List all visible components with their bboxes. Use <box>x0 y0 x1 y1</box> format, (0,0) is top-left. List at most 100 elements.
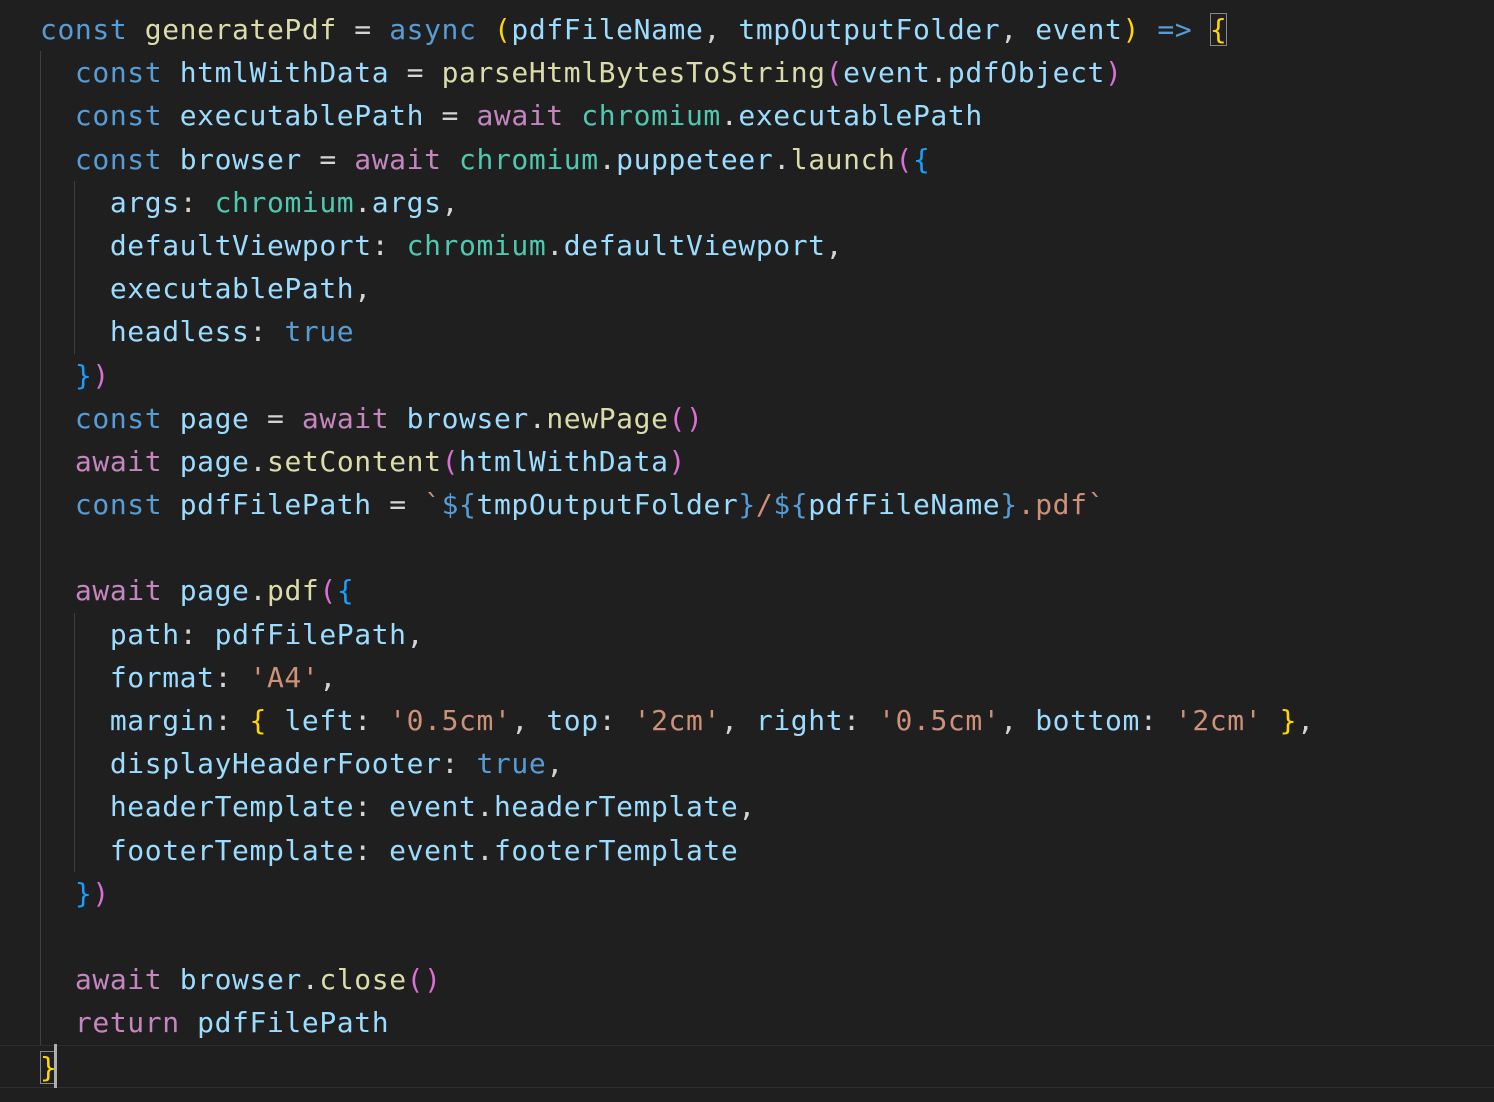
code-token: const <box>74 99 163 133</box>
code-token: : <box>441 747 477 781</box>
code-line[interactable]: defaultViewport: chromium.defaultViewpor… <box>0 223 1494 268</box>
code-token: tmpOutputFolder <box>476 488 739 522</box>
code-token: close <box>319 963 407 997</box>
code-token: = <box>424 99 477 133</box>
code-token: ) <box>668 444 687 478</box>
code-line[interactable]: return pdfFilePath <box>0 1001 1494 1045</box>
code-token: browser <box>406 401 529 435</box>
code-line[interactable]: footerTemplate: event.footerTemplate <box>0 828 1494 872</box>
indent-guide <box>40 1001 41 1045</box>
code-token: pdfFileName <box>808 488 1001 522</box>
code-token: const <box>74 56 163 90</box>
code-token: event <box>389 790 477 824</box>
code-token: return <box>74 1006 180 1040</box>
code-token: . <box>354 185 372 219</box>
code-line[interactable]: headerTemplate: event.headerTemplate, <box>0 785 1494 829</box>
code-line[interactable]: const executablePath = await chromium.ex… <box>0 94 1494 138</box>
code-token: await <box>476 99 564 133</box>
code-line[interactable]: }) <box>0 871 1494 915</box>
code-token: tmpOutputFolder <box>738 13 1001 46</box>
code-token: page <box>179 401 250 435</box>
code-lines[interactable]: const generatePdf = async (pdfFileName, … <box>0 8 1494 1088</box>
code-line[interactable] <box>0 526 1494 570</box>
code-token: '2cm' <box>1174 704 1263 737</box>
code-token: executablePath <box>109 272 355 306</box>
code-token: = <box>336 13 390 46</box>
code-line[interactable]: executablePath, <box>0 267 1494 311</box>
code-token: '0.5cm' <box>878 704 1001 737</box>
code-token: , <box>406 617 425 651</box>
code-token: . <box>528 401 547 435</box>
indent-guide <box>40 353 41 397</box>
code-token: pdf <box>267 574 320 608</box>
code-token: = <box>389 56 442 90</box>
code-token: . <box>249 444 267 478</box>
code-line[interactable]: path: pdfFilePath, <box>0 612 1494 656</box>
code-token: event <box>1035 13 1123 46</box>
text-cursor <box>54 1044 57 1088</box>
indent-guide <box>40 699 41 743</box>
code-line[interactable]: displayHeaderFooter: true, <box>0 742 1494 786</box>
code-line[interactable]: const generatePdf = async (pdfFileName, … <box>0 8 1494 51</box>
indent-guide <box>74 655 75 699</box>
indent-guide <box>40 267 41 311</box>
code-line[interactable]: const htmlWithData = parseHtmlBytesToStr… <box>0 51 1494 95</box>
code-line[interactable]: format: 'A4', <box>0 655 1494 699</box>
code-token: await <box>354 142 442 176</box>
code-token: top <box>546 704 599 737</box>
code-line[interactable]: }) <box>0 353 1494 397</box>
code-token: / <box>755 488 774 522</box>
code-line[interactable]: const pdfFilePath = `${tmpOutputFolder}/… <box>0 483 1494 527</box>
code-token: '0.5cm' <box>389 704 512 737</box>
code-line[interactable]: const page = await browser.newPage() <box>0 396 1494 440</box>
code-token: args <box>109 185 180 219</box>
code-token: = <box>249 401 302 435</box>
code-token: margin <box>109 704 215 737</box>
code-line[interactable]: margin: { left: '0.5cm', top: '2cm', rig… <box>0 699 1494 743</box>
code-line[interactable]: } <box>0 1044 1494 1088</box>
code-line[interactable] <box>0 914 1494 959</box>
code-token: setContent <box>267 444 442 478</box>
code-editor[interactable]: const generatePdf = async (pdfFileName, … <box>0 0 1494 1102</box>
code-token: ` <box>424 488 442 522</box>
code-token: } <box>74 358 93 392</box>
code-token: headerTemplate <box>493 790 739 824</box>
code-token: ) <box>1105 56 1123 90</box>
code-token: ) <box>92 358 110 392</box>
code-token: : <box>1139 704 1175 737</box>
code-token: : <box>179 185 215 219</box>
code-token: ) <box>1122 13 1140 46</box>
code-line[interactable]: await browser.close() <box>0 958 1494 1002</box>
code-line[interactable]: headless: true <box>0 310 1494 354</box>
code-line[interactable]: const browser = await chromium.puppeteer… <box>0 137 1494 181</box>
code-token: , <box>354 272 372 306</box>
indent-guide <box>40 655 41 699</box>
code-line[interactable]: await page.pdf({ <box>0 569 1494 613</box>
code-token: headerTemplate <box>109 790 355 824</box>
code-token: pdfFilePath <box>179 488 372 522</box>
code-token: .pdf` <box>1017 488 1106 522</box>
indent-guide <box>74 223 75 268</box>
code-token: newPage <box>546 401 669 435</box>
indent-guide <box>40 612 41 656</box>
code-token: const <box>74 401 163 435</box>
code-line[interactable]: args: chromium.args, <box>0 180 1494 224</box>
indent-guide <box>74 612 75 656</box>
code-token: true <box>476 747 547 781</box>
code-token: pdfObject <box>947 56 1105 90</box>
code-token: event <box>843 56 931 90</box>
code-token: , <box>1000 13 1036 46</box>
code-token: pdfFilePath <box>197 1006 390 1040</box>
code-line[interactable]: await page.setContent(htmlWithData) <box>0 439 1494 484</box>
code-token: . <box>476 790 494 824</box>
